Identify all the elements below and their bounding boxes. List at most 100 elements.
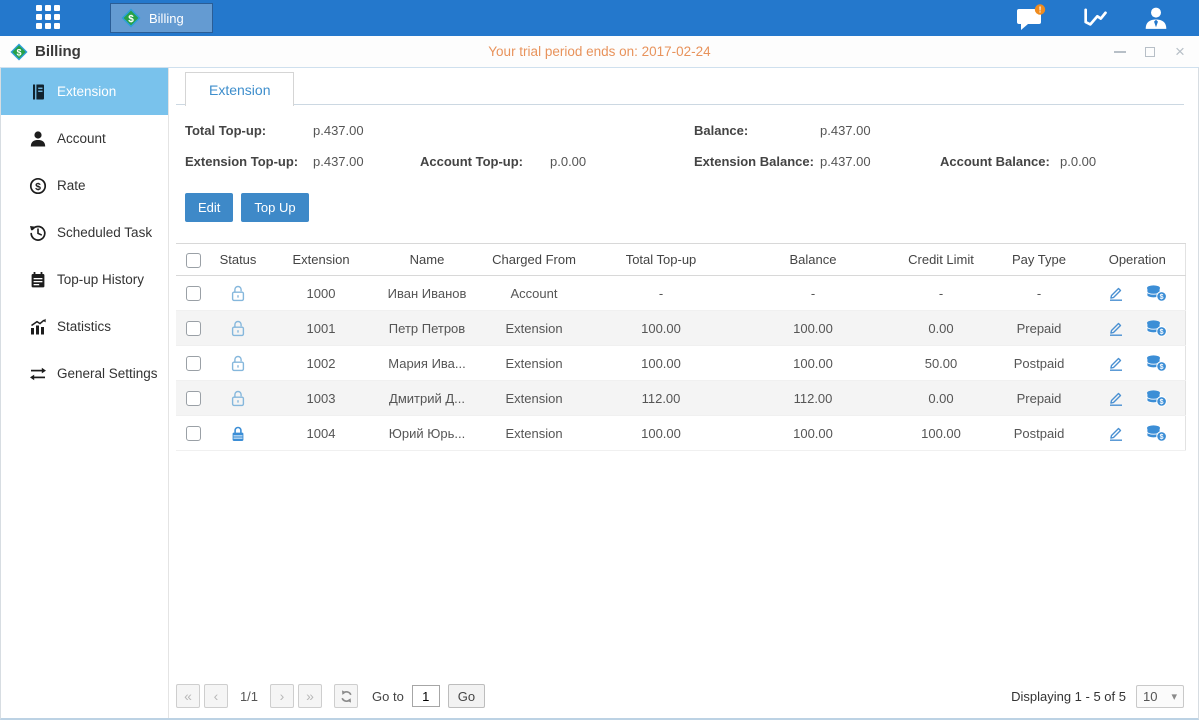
cell-pay-type: Postpaid bbox=[988, 346, 1090, 381]
row-checkbox[interactable] bbox=[186, 356, 201, 371]
cell-total-topup: 100.00 bbox=[590, 416, 732, 451]
account-topup-label: Account Top-up: bbox=[420, 154, 523, 169]
topup-row-icon[interactable]: $ bbox=[1145, 319, 1167, 337]
cell-balance: - bbox=[732, 276, 894, 311]
col-balance: Balance bbox=[732, 244, 894, 276]
sidebar-item-extension[interactable]: Extension bbox=[1, 68, 168, 115]
edit-row-icon[interactable] bbox=[1107, 284, 1125, 302]
tab-extension[interactable]: Extension bbox=[185, 72, 294, 106]
cell-balance: 112.00 bbox=[732, 381, 894, 416]
table-row[interactable]: 1002 Мария Ива... Extension 100.00 100.0… bbox=[176, 346, 1185, 381]
trial-notice: Your trial period ends on: 2017-02-24 bbox=[0, 44, 1199, 59]
table-row[interactable]: 1004 Юрий Юрь... Extension 100.00 100.00… bbox=[176, 416, 1185, 451]
transfer-arrows-icon bbox=[29, 365, 47, 383]
col-pay-type: Pay Type bbox=[988, 244, 1090, 276]
sidebar-item-scheduled-task[interactable]: Scheduled Task bbox=[1, 209, 168, 256]
next-page-button[interactable]: › bbox=[270, 684, 294, 708]
cell-charged-from: Account bbox=[478, 276, 590, 311]
prev-page-button[interactable]: ‹ bbox=[204, 684, 228, 708]
last-page-button[interactable]: » bbox=[298, 684, 322, 708]
topup-button[interactable]: Top Up bbox=[241, 193, 308, 222]
edit-button[interactable]: Edit bbox=[185, 193, 233, 222]
total-topup-label: Total Top-up: bbox=[185, 123, 266, 138]
edit-row-icon[interactable] bbox=[1107, 354, 1125, 372]
app-launcher-icon[interactable] bbox=[36, 5, 62, 31]
extensions-table: Status Extension Name Charged From Total… bbox=[176, 243, 1186, 451]
sidebar-item-label: Scheduled Task bbox=[57, 225, 152, 240]
status-unlocked-icon[interactable] bbox=[230, 285, 246, 302]
sidebar-item-account[interactable]: Account bbox=[1, 115, 168, 162]
table-body: 1000 Иван Иванов Account - - - - $ bbox=[176, 276, 1185, 451]
extension-balance-label: Extension Balance: bbox=[694, 154, 814, 169]
dollar-circle-icon: $ bbox=[29, 177, 47, 195]
cell-name: Юрий Юрь... bbox=[376, 416, 478, 451]
status-unlocked-icon[interactable] bbox=[230, 320, 246, 337]
user-account-icon[interactable] bbox=[1143, 6, 1169, 30]
person-icon bbox=[29, 130, 47, 148]
topup-row-icon[interactable]: $ bbox=[1145, 389, 1167, 407]
col-operation: Operation bbox=[1090, 244, 1185, 276]
cell-credit-limit: 0.00 bbox=[894, 381, 988, 416]
minimize-button[interactable] bbox=[1113, 45, 1127, 59]
resource-monitor-icon[interactable] bbox=[1081, 6, 1109, 30]
desktop-topbar: $ Billing ! bbox=[0, 0, 1199, 36]
col-charged-from: Charged From bbox=[478, 244, 590, 276]
topup-row-icon[interactable]: $ bbox=[1145, 284, 1167, 302]
status-unlocked-icon[interactable] bbox=[230, 390, 246, 407]
page-size-value: 10 bbox=[1143, 689, 1157, 704]
sidebar-item-topup-history[interactable]: Top-up History bbox=[1, 256, 168, 303]
row-checkbox[interactable] bbox=[186, 391, 201, 406]
taskbar-billing-tab[interactable]: $ Billing bbox=[110, 3, 213, 33]
table-header-row: Status Extension Name Charged From Total… bbox=[176, 244, 1185, 276]
table-row[interactable]: 1001 Петр Петров Extension 100.00 100.00… bbox=[176, 311, 1185, 346]
edit-row-icon[interactable] bbox=[1107, 319, 1125, 337]
close-button[interactable]: × bbox=[1173, 45, 1187, 59]
svg-text:$: $ bbox=[1160, 399, 1164, 406]
cell-total-topup: - bbox=[590, 276, 732, 311]
sidebar-item-label: Statistics bbox=[57, 319, 111, 334]
extension-balance-value: p.437.00 bbox=[820, 154, 871, 169]
cell-pay-type: Postpaid bbox=[988, 416, 1090, 451]
goto-page-input[interactable] bbox=[412, 685, 440, 707]
svg-text:$: $ bbox=[1160, 294, 1164, 301]
sidebar-item-general-settings[interactable]: General Settings bbox=[1, 350, 168, 397]
go-button[interactable]: Go bbox=[448, 684, 485, 708]
edit-row-icon[interactable] bbox=[1107, 424, 1125, 442]
status-unlocked-icon[interactable] bbox=[230, 355, 246, 372]
svg-text:$: $ bbox=[1160, 329, 1164, 336]
cell-credit-limit: 0.00 bbox=[894, 311, 988, 346]
sidebar-item-label: Top-up History bbox=[57, 272, 144, 287]
cell-credit-limit: 100.00 bbox=[894, 416, 988, 451]
account-balance-value: p.0.00 bbox=[1060, 154, 1096, 169]
sidebar-item-rate[interactable]: $ Rate bbox=[1, 162, 168, 209]
cell-pay-type: Prepaid bbox=[988, 381, 1090, 416]
sidebar-item-statistics[interactable]: Statistics bbox=[1, 303, 168, 350]
row-checkbox[interactable] bbox=[186, 286, 201, 301]
first-page-button[interactable]: « bbox=[176, 684, 200, 708]
notepad-icon bbox=[29, 271, 47, 289]
select-all-checkbox[interactable] bbox=[186, 253, 201, 268]
cell-total-topup: 100.00 bbox=[590, 346, 732, 381]
cell-balance: 100.00 bbox=[732, 416, 894, 451]
topup-row-icon[interactable]: $ bbox=[1145, 354, 1167, 372]
tab-strip: Extension bbox=[176, 70, 1184, 105]
row-checkbox[interactable] bbox=[186, 321, 201, 336]
table-row[interactable]: 1000 Иван Иванов Account - - - - $ bbox=[176, 276, 1185, 311]
topup-row-icon[interactable]: $ bbox=[1145, 424, 1167, 442]
row-checkbox[interactable] bbox=[186, 426, 201, 441]
page-size-select[interactable]: 10 ▾ bbox=[1136, 685, 1184, 708]
maximize-button[interactable] bbox=[1143, 45, 1157, 59]
cell-extension: 1003 bbox=[266, 381, 376, 416]
pagination-bar: « ‹ 1/1 › » Go to Go Displaying 1 - 5 of… bbox=[176, 683, 1184, 709]
sidebar-item-label: Rate bbox=[57, 178, 86, 193]
col-name: Name bbox=[376, 244, 478, 276]
refresh-button[interactable] bbox=[334, 684, 358, 708]
cell-credit-limit: - bbox=[894, 276, 988, 311]
status-locked-icon[interactable] bbox=[230, 425, 246, 442]
table-row[interactable]: 1003 Дмитрий Д... Extension 112.00 112.0… bbox=[176, 381, 1185, 416]
cell-charged-from: Extension bbox=[478, 346, 590, 381]
cell-charged-from: Extension bbox=[478, 416, 590, 451]
notifications-icon[interactable]: ! bbox=[1015, 4, 1047, 32]
edit-row-icon[interactable] bbox=[1107, 389, 1125, 407]
svg-text:$: $ bbox=[16, 47, 21, 57]
